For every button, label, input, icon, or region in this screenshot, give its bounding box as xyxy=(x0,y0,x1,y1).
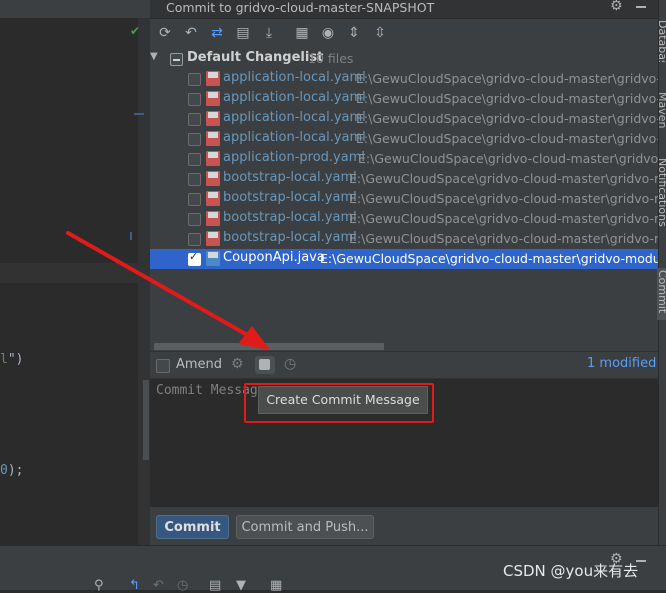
horizontal-scrollbar[interactable] xyxy=(154,343,384,350)
file-path: E:\GewuCloudSpace\gridvo-cloud-master\gr… xyxy=(358,151,658,166)
file-path: E:\GewuCloudSpace\gridvo-cloud-master\gr… xyxy=(356,91,658,106)
file-path: E:\GewuCloudSpace\gridvo-cloud-master\gr… xyxy=(349,211,658,226)
gear-icon[interactable]: ⚙ xyxy=(231,356,244,372)
commit-and-push-button[interactable]: Commit and Push... xyxy=(236,515,374,539)
arrow-left-icon[interactable]: ↰ xyxy=(129,578,140,593)
file-checkbox[interactable] xyxy=(188,73,201,86)
file-row[interactable]: application-local.yaml E:\GewuCloudSpace… xyxy=(150,129,658,149)
create-commit-message-button[interactable] xyxy=(255,356,275,374)
file-path: E:\GewuCloudSpace\gridvo-cloud-master\gr… xyxy=(356,71,658,86)
file-name: application-prod.yaml xyxy=(223,150,365,165)
minimize-icon[interactable] xyxy=(636,6,646,8)
change-marker xyxy=(134,113,144,115)
chevron-down-icon[interactable]: ▼ xyxy=(236,578,246,593)
side-tab-notifications[interactable]: Notifications xyxy=(656,158,666,238)
collapse-all-icon[interactable]: ⇳ xyxy=(370,23,390,43)
file-row[interactable]: bootstrap-local.yaml E:\GewuCloudSpace\g… xyxy=(150,169,658,189)
commit-button[interactable]: Commit xyxy=(156,515,229,539)
file-checkbox[interactable] xyxy=(188,153,201,166)
file-checkbox[interactable] xyxy=(188,133,201,146)
yaml-file-icon xyxy=(206,91,220,106)
side-tab-database[interactable]: Database xyxy=(656,20,666,62)
file-row[interactable]: bootstrap-local.yaml E:\GewuCloudSpace\g… xyxy=(150,229,658,249)
editor-scrollbar-gutter[interactable] xyxy=(138,18,150,545)
history-icon[interactable]: ◷ xyxy=(177,578,188,593)
divider xyxy=(150,351,658,352)
file-path: E:\GewuCloudSpace\gridvo-cloud-master\gr… xyxy=(349,171,658,186)
file-checkbox[interactable] xyxy=(188,93,201,106)
file-row[interactable]: bootstrap-local.yaml E:\GewuCloudSpace\g… xyxy=(150,209,658,229)
yaml-file-icon xyxy=(206,131,220,146)
current-line-highlight xyxy=(0,263,150,283)
file-row[interactable]: application-local.yaml E:\GewuCloudSpace… xyxy=(150,89,658,109)
chevron-down-icon[interactable]: ▼ xyxy=(150,51,158,62)
changelist-count: 10 files xyxy=(308,51,354,66)
file-checkbox[interactable] xyxy=(188,250,201,266)
history-icon[interactable]: ◷ xyxy=(284,356,296,372)
file-row-selected[interactable]: CouponApi.java E:\GewuCloudSpace\gridvo-… xyxy=(150,249,658,269)
yaml-file-icon xyxy=(206,71,220,86)
file-checkbox[interactable] xyxy=(188,113,201,126)
file-checkbox[interactable] xyxy=(188,193,201,206)
filter-icon[interactable]: ▤ xyxy=(209,578,221,593)
side-tab-commit[interactable]: Commit xyxy=(656,270,666,318)
file-name: bootstrap-local.yaml xyxy=(223,230,357,245)
file-checkbox[interactable] xyxy=(188,213,201,226)
code-fragment: 0); xyxy=(0,463,24,478)
watermark: CSDN @you来有去 xyxy=(503,562,639,580)
file-row[interactable]: bootstrap-local.yaml E:\GewuCloudSpace\g… xyxy=(150,189,658,209)
yaml-file-icon xyxy=(206,171,220,186)
amend-checkbox[interactable] xyxy=(156,359,170,373)
java-file-icon xyxy=(206,251,220,266)
modified-count-link[interactable]: 1 modified xyxy=(587,356,656,371)
yaml-file-icon xyxy=(206,211,220,226)
file-path: E:\GewuCloudSpace\gridvo-cloud-master\gr… xyxy=(349,191,658,206)
file-name: bootstrap-local.yaml xyxy=(223,170,357,185)
code-fragment: l") xyxy=(0,352,24,367)
layout-icon[interactable]: ▦ xyxy=(270,578,282,593)
file-row[interactable]: application-local.yaml E:\GewuCloudSpace… xyxy=(150,69,658,89)
file-path: E:\GewuCloudSpace\gridvo-cloud-master\gr… xyxy=(356,131,658,146)
message-scrollbar[interactable] xyxy=(143,380,149,460)
file-row[interactable]: application-local.yaml E:\GewuCloudSpace… xyxy=(150,109,658,129)
download-icon[interactable]: ⤓ xyxy=(259,23,279,43)
expand-all-icon[interactable]: ⇕ xyxy=(344,23,364,43)
file-name: application-local.yaml xyxy=(223,110,366,125)
file-path: E:\GewuCloudSpace\gridvo-cloud-master\gr… xyxy=(349,231,658,246)
file-name: bootstrap-local.yaml xyxy=(223,190,357,205)
view-options-icon[interactable]: ◉ xyxy=(318,23,338,43)
file-name: application-local.yaml xyxy=(223,90,366,105)
changelist-label[interactable]: Default Changelist xyxy=(187,50,323,65)
panel-title: Commit to gridvo-cloud-master-SNAPSHOT xyxy=(166,0,435,15)
ai-message-icon xyxy=(259,359,270,370)
change-marker xyxy=(130,232,132,240)
amend-label[interactable]: Amend xyxy=(176,357,222,372)
file-row[interactable]: application-prod.yaml E:\GewuCloudSpace\… xyxy=(150,149,658,169)
file-checkbox[interactable] xyxy=(188,233,201,246)
side-tab-maven[interactable]: Maven xyxy=(656,92,666,130)
inspection-ok-icon: ✔ xyxy=(130,24,141,38)
diff-icon[interactable]: ⇄ xyxy=(207,23,227,43)
edit-source-icon[interactable]: ▤ xyxy=(233,23,253,43)
editor-tab-bar xyxy=(0,0,150,18)
highlight-annotation-box xyxy=(244,383,434,423)
file-path: E:\GewuCloudSpace\gridvo-cloud-master\gr… xyxy=(356,111,658,126)
rollback-icon[interactable]: ↶ xyxy=(181,23,201,43)
group-by-icon[interactable]: ▦ xyxy=(292,23,312,43)
undo-icon[interactable]: ↶ xyxy=(153,578,164,593)
gear-icon[interactable]: ⚙ xyxy=(610,0,623,14)
file-checkbox[interactable] xyxy=(188,173,201,186)
yaml-file-icon xyxy=(206,111,220,126)
refresh-icon[interactable]: ⟳ xyxy=(155,23,175,43)
yaml-file-icon xyxy=(206,231,220,246)
file-name: application-local.yaml xyxy=(223,130,366,145)
yaml-file-icon xyxy=(206,151,220,166)
file-name: bootstrap-local.yaml xyxy=(223,210,357,225)
yaml-file-icon xyxy=(206,191,220,206)
changelist-checkbox[interactable] xyxy=(170,53,183,66)
search-icon[interactable]: ⚲ xyxy=(94,578,104,593)
file-path: E:\GewuCloudSpace\gridvo-cloud-master\gr… xyxy=(320,251,658,266)
file-name: CouponApi.java xyxy=(223,250,325,265)
file-name: application-local.yaml xyxy=(223,70,366,85)
